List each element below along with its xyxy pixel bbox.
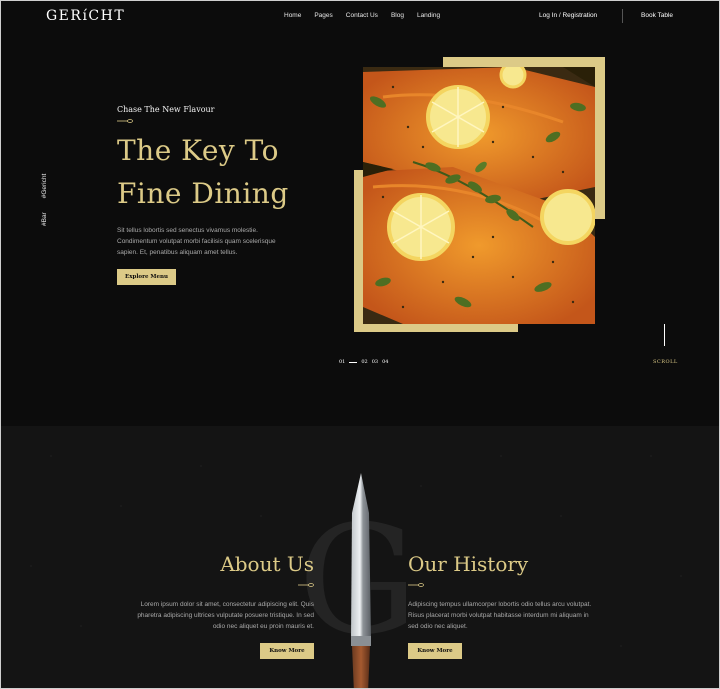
nav-link-home[interactable]: Home: [284, 12, 301, 19]
nav-link-contact[interactable]: Contact Us: [346, 12, 378, 19]
history-description: Adipiscing tempus ullamcorper lobortis o…: [408, 599, 608, 632]
nav-menu: Home Pages Contact Us Blog Landing: [284, 12, 440, 19]
nav-link-blog[interactable]: Blog: [391, 12, 404, 19]
slide-number-4[interactable]: 04: [382, 359, 388, 365]
hero-description: Sit tellus lobortis sed senectus vivamus…: [117, 225, 297, 258]
about-description: Lorem ipsum dolor sit amet, consectetur …: [116, 599, 314, 632]
hero-desc-line: Sit tellus lobortis sed senectus vivamus…: [117, 227, 258, 234]
hero-title: The Key To Fine Dining: [117, 129, 289, 215]
logo[interactable]: GERíCHT: [46, 8, 125, 24]
hero-title-line-2: Fine Dining: [117, 177, 289, 210]
history-know-more-button[interactable]: Know More: [408, 643, 462, 659]
hero-subtitle: Chase The New Flavour: [117, 105, 215, 114]
social-link-gericht[interactable]: #Gericht: [41, 174, 48, 199]
slide-number-1[interactable]: 01: [339, 359, 345, 365]
nav-link-pages[interactable]: Pages: [314, 12, 332, 19]
book-table-link[interactable]: Book Table: [641, 12, 673, 19]
spoon-divider-icon: [117, 119, 133, 123]
about-desc-line: odio nec aliquet eu proin mauris et.: [212, 623, 314, 630]
our-history-title: Our History: [408, 552, 529, 576]
about-know-more-button[interactable]: Know More: [260, 643, 314, 659]
spoon-divider-icon: [298, 583, 314, 587]
slide-number-3[interactable]: 03: [372, 359, 378, 365]
hero-food-image: [363, 67, 595, 324]
slide-number-2[interactable]: 02: [361, 359, 367, 365]
about-desc-line: Lorem ipsum dolor sit amet, consectetur …: [140, 601, 314, 608]
history-desc-line: Adipiscing tempus ullamcorper lobortis o…: [408, 601, 592, 608]
slide-indicator: 01 02 03 04: [339, 359, 389, 365]
hero-desc-line: sapien. Et, penatibus aliquam amet tellu…: [117, 249, 238, 256]
history-desc-line: Risus placerat morbi volutpat habitasse …: [408, 612, 589, 619]
history-desc-line: sed odio nec aliquet.: [408, 623, 468, 630]
login-registration-link[interactable]: Log In / Registration: [539, 12, 597, 19]
scroll-line: [664, 324, 665, 346]
knife-image: [351, 473, 371, 688]
side-social-links: #Bar #Gericht: [41, 174, 48, 226]
about-section: G About Us: [1, 426, 719, 688]
nav-link-landing[interactable]: Landing: [417, 12, 440, 19]
spoon-divider-icon: [408, 583, 424, 587]
about-desc-line: pharetra adipiscing ultrices vulputate p…: [137, 612, 314, 619]
slide-active-dash: [349, 361, 358, 363]
social-link-bar[interactable]: #Bar: [41, 212, 48, 226]
page-frame: GERíCHT Home Pages Contact Us Blog Landi…: [0, 0, 720, 689]
navbar: GERíCHT Home Pages Contact Us Blog Landi…: [1, 1, 719, 33]
hero-desc-line: Condimentum volutpat morbi facilisis qua…: [117, 238, 276, 245]
explore-menu-button[interactable]: Explore Menu: [117, 269, 176, 285]
nav-divider: [622, 9, 623, 23]
scroll-indicator[interactable]: SCROLL: [653, 359, 678, 365]
hero-title-line-1: The Key To: [117, 134, 279, 167]
about-us-title: About Us: [220, 552, 314, 576]
